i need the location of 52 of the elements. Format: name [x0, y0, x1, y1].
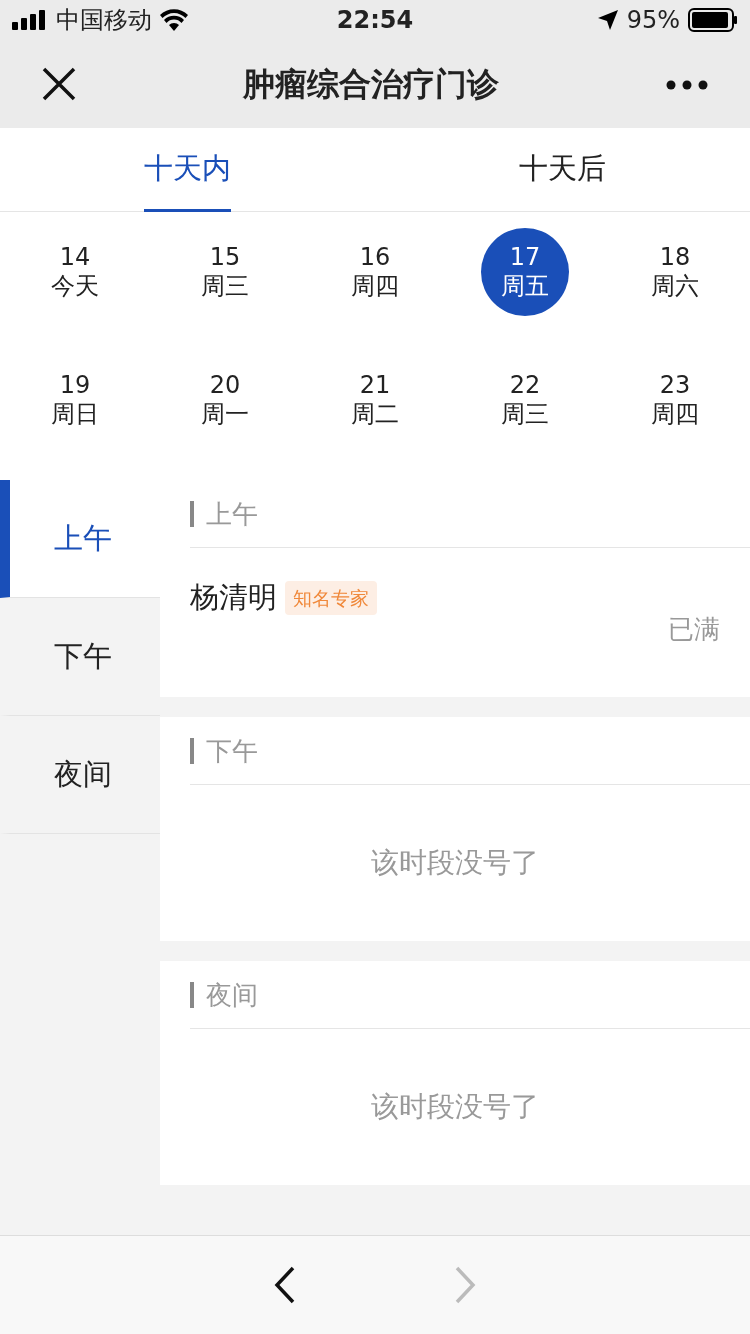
date-day: 18 [659, 243, 691, 272]
date-item[interactable]: 15 周三 [181, 228, 269, 316]
date-item[interactable]: 18 周六 [631, 228, 719, 316]
date-item[interactable]: 16 周四 [331, 228, 419, 316]
page-title: 肿瘤综合治疗门诊 [243, 64, 499, 105]
status-time: 22:54 [336, 5, 414, 36]
carrier-name: 中国移动 [56, 5, 152, 36]
close-icon [42, 67, 76, 101]
date-weekday: 周三 [501, 400, 549, 429]
date-item[interactable]: 14 今天 [31, 228, 119, 316]
date-item[interactable]: 20 周一 [181, 356, 269, 444]
doctor-tag: 知名专家 [285, 580, 377, 615]
battery-percent: 95% [626, 5, 680, 36]
battery-icon [688, 8, 738, 32]
date-weekday: 周四 [651, 400, 699, 429]
availability-status: 已满 [668, 612, 720, 646]
date-weekday: 周四 [351, 272, 399, 301]
date-weekday: 今天 [51, 272, 99, 301]
chevron-left-icon [273, 1265, 297, 1305]
date-weekday: 周三 [201, 272, 249, 301]
chevron-right-icon [453, 1265, 477, 1305]
period-tab[interactable]: 上午 [0, 480, 160, 598]
date-day: 16 [359, 243, 391, 272]
doctor-name: 杨清明 [190, 579, 277, 616]
date-weekday: 周一 [201, 400, 249, 429]
date-weekday: 周六 [651, 272, 699, 301]
date-day: 14 [59, 243, 91, 272]
date-day: 20 [209, 371, 241, 400]
location-arrow-icon [596, 9, 619, 31]
date-day: 19 [59, 371, 91, 400]
date-item[interactable]: 19 周日 [31, 356, 119, 444]
date-item[interactable]: 23 周四 [631, 356, 719, 444]
date-day: 22 [509, 371, 541, 400]
empty-message: 该时段没号了 [371, 845, 539, 881]
date-day: 21 [359, 371, 391, 400]
date-weekday: 周五 [501, 272, 549, 301]
tab[interactable]: 十天后 [519, 128, 606, 212]
date-day: 17 [509, 243, 541, 272]
section-title: 下午 [190, 737, 258, 764]
date-item[interactable]: 21 周二 [331, 356, 419, 444]
more-icon [666, 79, 708, 90]
date-day: 15 [209, 243, 241, 272]
empty-message: 该时段没号了 [371, 1089, 539, 1125]
wifi-icon [160, 9, 188, 31]
date-weekday: 周二 [351, 400, 399, 429]
section-title: 上午 [190, 500, 258, 527]
date-item[interactable]: 17 周五 [481, 228, 569, 316]
date-item[interactable]: 22 周三 [481, 356, 569, 444]
signal-icon [12, 10, 48, 30]
date-weekday: 周日 [51, 400, 99, 429]
date-day: 23 [659, 371, 691, 400]
section-title: 夜间 [190, 981, 258, 1008]
